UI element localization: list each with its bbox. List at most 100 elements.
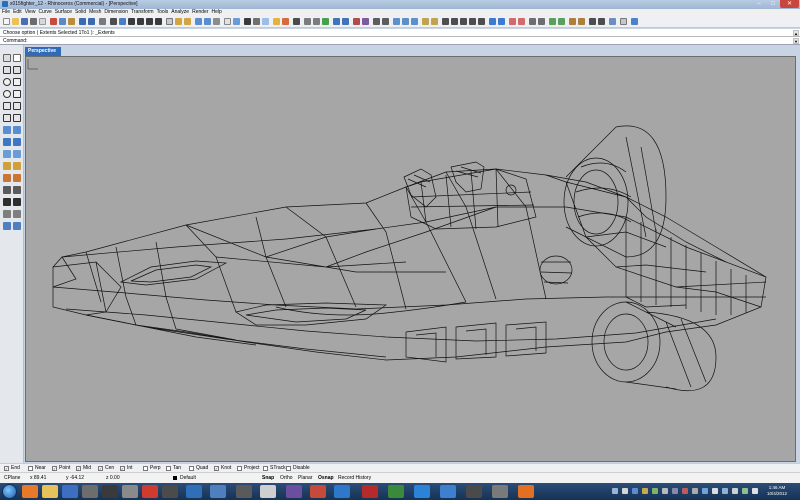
layers-icon[interactable] (224, 18, 231, 25)
film-icon[interactable] (82, 485, 98, 498)
zoom-extents-icon[interactable] (146, 18, 153, 25)
tray-misc-icon[interactable] (692, 488, 698, 494)
osnap-tan[interactable]: Tan (166, 465, 181, 472)
osnap-end-checkbox[interactable]: ✓ (4, 466, 9, 471)
zoom-window-icon[interactable] (137, 18, 144, 25)
boolean-union-icon[interactable] (393, 18, 400, 25)
light-point-icon[interactable] (13, 174, 21, 182)
osnap-disable[interactable]: Disable (286, 465, 310, 472)
properties-icon[interactable] (233, 18, 240, 25)
app4-icon[interactable] (286, 485, 302, 498)
point-edit-icon[interactable] (509, 18, 516, 25)
hide-icon[interactable] (195, 18, 202, 25)
surface-edge-icon[interactable] (13, 126, 21, 134)
menu-transform[interactable]: Transform (131, 9, 157, 16)
maya-icon[interactable] (260, 485, 276, 498)
orient-icon[interactable] (498, 18, 505, 25)
history-scroll-up-icon[interactable]: ▲ (793, 30, 799, 36)
light-spot-icon[interactable] (3, 174, 11, 182)
tray-flag-icon[interactable] (642, 488, 648, 494)
folder-icon[interactable] (42, 485, 58, 498)
shaded-icon[interactable] (253, 18, 260, 25)
select-arrow-icon[interactable] (3, 54, 11, 62)
ortho-pane[interactable]: Ortho (280, 475, 293, 482)
grid-icon[interactable] (598, 18, 605, 25)
app-icon[interactable] (102, 485, 118, 498)
menu-curve[interactable]: Curve (38, 9, 54, 16)
arc-icon[interactable] (13, 78, 21, 86)
ie-icon[interactable] (414, 485, 430, 498)
copy-object-icon[interactable] (451, 18, 458, 25)
menu-view[interactable]: View (25, 9, 39, 16)
blend-curve-icon[interactable] (13, 198, 21, 206)
tray-cloud-icon[interactable] (702, 488, 708, 494)
new-file-icon[interactable] (3, 18, 10, 25)
four-views-icon[interactable] (166, 18, 173, 25)
extrude-icon[interactable] (3, 150, 11, 158)
help-icon[interactable] (631, 18, 638, 25)
media-player-icon[interactable] (62, 485, 78, 498)
loft-icon[interactable] (13, 150, 21, 158)
zoom-selected-icon[interactable] (155, 18, 162, 25)
osnap-end[interactable]: ✓ End (4, 465, 20, 472)
cut-icon[interactable] (50, 18, 57, 25)
mesh-box-icon[interactable] (3, 162, 11, 170)
show-icon[interactable] (204, 18, 211, 25)
photoshop-icon[interactable] (186, 485, 202, 498)
select-icon[interactable] (99, 18, 106, 25)
command-input[interactable] (32, 38, 790, 44)
planar-pane[interactable]: Planar (298, 475, 312, 482)
osnap-int-checkbox[interactable]: ✓ (120, 466, 125, 471)
undo-icon[interactable] (79, 18, 86, 25)
viewport-tab-perspective[interactable]: Perspective (25, 47, 61, 56)
tray-keyboard-icon[interactable] (712, 488, 718, 494)
redo-icon[interactable] (88, 18, 95, 25)
lock-icon[interactable] (213, 18, 220, 25)
tray-alert-icon[interactable] (682, 488, 688, 494)
osnap-cen-checkbox[interactable]: ✓ (98, 466, 103, 471)
ellipse-icon[interactable] (3, 90, 11, 98)
menu-analyze[interactable]: Analyze (171, 9, 192, 16)
zoom-icon[interactable] (128, 18, 135, 25)
solid-box-icon[interactable] (3, 138, 11, 146)
paste-icon[interactable] (68, 18, 75, 25)
import-icon[interactable] (39, 18, 46, 25)
firefox2-icon[interactable] (518, 485, 534, 498)
paint-icon[interactable] (122, 485, 138, 498)
rotate-icon[interactable] (460, 18, 467, 25)
tray-battery-icon[interactable] (652, 488, 658, 494)
osnap-point-checkbox[interactable]: ✓ (52, 466, 57, 471)
split-tool-icon[interactable] (13, 210, 21, 218)
menu-tools[interactable]: Tools (157, 9, 172, 16)
osnap-cen[interactable]: ✓ Cen (98, 465, 114, 472)
insert-icon[interactable] (578, 18, 585, 25)
app3-icon[interactable] (210, 485, 226, 498)
osnap-project-checkbox[interactable] (237, 466, 242, 471)
tray-speaker-icon[interactable] (732, 488, 738, 494)
cplane-label[interactable]: CPlane (4, 475, 20, 482)
solid-sphere-icon[interactable] (13, 138, 21, 146)
arduino-icon[interactable] (466, 485, 482, 498)
chamfer-icon[interactable] (431, 18, 438, 25)
menu-mesh[interactable]: Mesh (89, 9, 104, 16)
set-view-icon[interactable] (175, 18, 182, 25)
mesh-icon[interactable] (333, 18, 340, 25)
move-icon[interactable] (442, 18, 449, 25)
menu-dimension[interactable]: Dimension (104, 9, 131, 16)
pdf-icon[interactable] (310, 485, 326, 498)
render-icon[interactable] (282, 18, 289, 25)
dim-aligned-icon[interactable] (13, 186, 21, 194)
snap-pane[interactable]: Snap (262, 475, 274, 482)
cplane-icon[interactable] (184, 18, 191, 25)
tray-display-icon[interactable] (672, 488, 678, 494)
tray-usb-icon[interactable] (662, 488, 668, 494)
options-icon[interactable] (293, 18, 300, 25)
start-button[interactable] (2, 484, 17, 499)
tray-volume-icon[interactable] (622, 488, 628, 494)
mesh-sphere-icon[interactable] (13, 162, 21, 170)
pan-icon[interactable] (110, 18, 117, 25)
trim-tool-icon[interactable] (3, 210, 11, 218)
curve-from-objects-icon[interactable] (3, 114, 11, 122)
osnap-strack-checkbox[interactable] (263, 466, 268, 471)
rhino-icon[interactable] (334, 485, 350, 498)
